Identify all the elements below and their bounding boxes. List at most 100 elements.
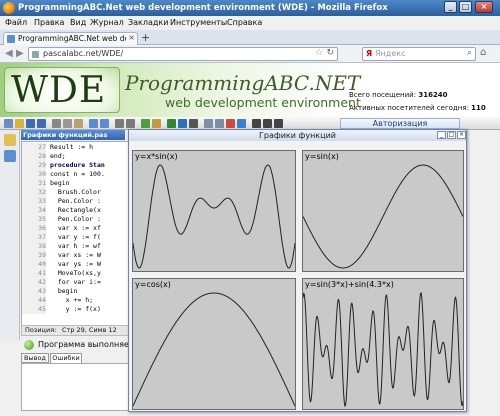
line-number: 30 xyxy=(22,170,46,179)
step-icon[interactable] xyxy=(178,119,187,128)
tab-bar: ProgrammingABC.Net web develo... × + xyxy=(0,30,500,45)
paste-icon[interactable] xyxy=(74,119,83,128)
plot-curve xyxy=(133,164,295,269)
graph-window-title: Графики функций xyxy=(129,130,466,141)
code-line[interactable]: 30 const n = 100. xyxy=(22,170,130,179)
code-line[interactable]: 37 var y := f( xyxy=(22,233,130,242)
zoom-in-icon[interactable] xyxy=(252,119,261,128)
code-line[interactable]: 31 begin xyxy=(22,179,130,188)
line-number: 45 xyxy=(22,305,46,314)
menu-tools[interactable]: Инструменты xyxy=(170,18,227,27)
redo-icon[interactable] xyxy=(100,119,109,128)
code-editor[interactable]: 27 Result := h 28 end; 29 procedure Stan 30 con… xyxy=(21,141,131,327)
menu-help[interactable]: Справка xyxy=(227,18,262,27)
code-line[interactable]: 40 var ys := W xyxy=(22,260,130,269)
graph-window[interactable]: Графики функций _ □ × y=x*sin(x) y=sin(x… xyxy=(128,129,467,412)
code-line[interactable]: 44 x += h; xyxy=(22,296,130,305)
editor-file-tab[interactable]: Графики функций.pas xyxy=(21,130,125,140)
window-titlebar: ProgrammingABC.Net web development envir… xyxy=(0,0,500,16)
wde-logo[interactable]: WDE xyxy=(4,67,120,113)
line-number: 44 xyxy=(22,296,46,305)
graph-maximize-button[interactable]: □ xyxy=(447,131,456,139)
maximize-button[interactable]: □ xyxy=(459,1,472,13)
cut-icon[interactable] xyxy=(52,119,61,128)
graph-close-button[interactable]: × xyxy=(457,131,466,139)
code-text: Rectangle(x xyxy=(50,206,101,214)
save-all-icon[interactable] xyxy=(37,119,46,128)
code-line[interactable]: 43 begin xyxy=(22,287,130,296)
menu-history[interactable]: Журнал xyxy=(90,18,124,27)
browser-tab[interactable]: ProgrammingABC.Net web develo... × xyxy=(3,32,138,45)
tab-output[interactable]: Вывод xyxy=(21,353,49,363)
menu-edit[interactable]: Правка xyxy=(34,18,64,27)
new-file-icon[interactable] xyxy=(4,119,13,128)
format-icon[interactable] xyxy=(141,119,150,128)
code-text: Pen.Color : xyxy=(50,215,101,223)
bookmark-star-icon[interactable]: ☆ xyxy=(315,48,323,58)
url-bar[interactable]: pascalabc.net/WDE/ ☆ ↻ xyxy=(28,47,338,61)
code-line[interactable]: 38 var h := wf xyxy=(22,242,130,251)
examples-icon[interactable] xyxy=(226,119,235,128)
site-identity-icon[interactable] xyxy=(32,51,39,58)
zoom-reset-icon[interactable] xyxy=(274,119,283,128)
code-line[interactable]: 41 MoveTo(xs,y xyxy=(22,269,130,278)
plot-curve xyxy=(303,164,463,269)
plot-sin-sum: y=sin(3*x)+sin(4.3*x) xyxy=(302,278,464,410)
site-header: WDE ProgrammingABC.NET web development e… xyxy=(0,63,500,117)
ide-workspace: Авторизация Графики функций.pas 27 Result… xyxy=(0,117,500,416)
side-panel xyxy=(0,130,20,340)
code-line[interactable]: 32 Brush.Color xyxy=(22,188,130,197)
tree-folder-icon[interactable] xyxy=(4,134,16,146)
code-line[interactable]: 45 y := f(x) xyxy=(22,305,130,314)
plot-cos-x: y=cos(x) xyxy=(132,278,296,410)
output-panel[interactable] xyxy=(21,363,131,411)
code-line[interactable]: 27 Result := h xyxy=(22,143,130,152)
run-icon[interactable] xyxy=(167,119,176,128)
find-icon[interactable] xyxy=(115,119,124,128)
new-tab-button[interactable]: + xyxy=(141,31,150,44)
undo-icon[interactable] xyxy=(89,119,98,128)
line-number: 36 xyxy=(22,224,46,233)
plot-svg xyxy=(133,164,295,269)
position-value: Стр 29, Симв 12 xyxy=(62,326,117,334)
code-text: begin xyxy=(50,179,70,187)
code-line[interactable]: 36 var x := xf xyxy=(22,224,130,233)
tree-file-icon[interactable] xyxy=(4,150,16,162)
editor-status-bar: Позиция: Стр 29, Симв 12 xyxy=(21,325,131,336)
code-text: end; xyxy=(50,152,66,160)
reload-icon[interactable]: ↻ xyxy=(326,48,334,58)
replace-icon[interactable] xyxy=(126,119,135,128)
search-icon[interactable]: ⌕ xyxy=(467,48,472,58)
globe-icon[interactable] xyxy=(237,119,246,128)
brand-subtitle: web development environment xyxy=(165,95,361,110)
comment-icon[interactable] xyxy=(152,119,161,128)
menu-bookmarks[interactable]: Закладки xyxy=(128,18,168,27)
save-icon[interactable] xyxy=(26,119,35,128)
open-folder-icon[interactable] xyxy=(15,119,24,128)
code-line[interactable]: 33 Pen.Color : xyxy=(22,197,130,206)
menu-file[interactable]: Файл xyxy=(5,18,27,27)
code-line[interactable]: 35 Pen.Color : xyxy=(22,215,130,224)
tab-errors[interactable]: Ошибки xyxy=(50,353,82,363)
tab-close-icon[interactable]: × xyxy=(128,33,135,42)
forward-arrow-icon[interactable]: ▶ xyxy=(16,48,24,59)
stop-icon[interactable] xyxy=(189,119,198,128)
search-box[interactable]: Я Яндекс ⌕ xyxy=(362,47,476,61)
authorization-button[interactable]: Авторизация xyxy=(340,118,460,129)
graph-minimize-button[interactable]: _ xyxy=(437,131,446,139)
code-line[interactable]: 28 end; xyxy=(22,152,130,161)
code-line[interactable]: 29 procedure Stan xyxy=(22,161,130,170)
minimize-button[interactable]: _ xyxy=(444,1,457,13)
home-icon[interactable]: ⌂ xyxy=(480,47,486,58)
menu-view[interactable]: Вид xyxy=(70,18,86,27)
code-line[interactable]: 42 for var i:= xyxy=(22,278,130,287)
zoom-out-icon[interactable] xyxy=(263,119,272,128)
visits-label: Всего посещений: xyxy=(349,91,417,99)
code-line[interactable]: 39 var xs := W xyxy=(22,251,130,260)
copy-icon[interactable] xyxy=(63,119,72,128)
code-line[interactable]: 34 Rectangle(x xyxy=(22,206,130,215)
layout-icon[interactable] xyxy=(204,119,213,128)
window-icon[interactable] xyxy=(215,119,224,128)
back-arrow-icon[interactable]: ◀ xyxy=(5,48,13,59)
close-window-button[interactable]: × xyxy=(475,1,493,13)
